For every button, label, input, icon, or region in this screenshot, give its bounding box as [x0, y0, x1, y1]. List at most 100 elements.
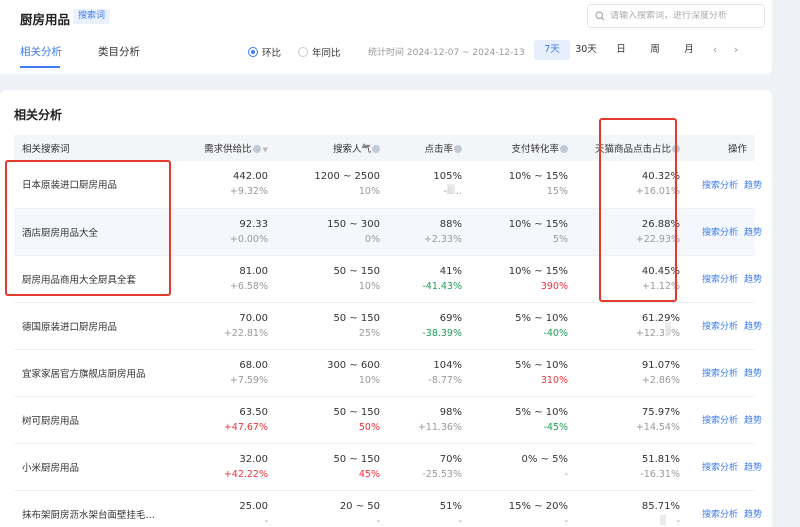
search-icon: [595, 11, 605, 21]
range-day[interactable]: 日: [610, 40, 632, 60]
radio-label: 年同比: [312, 48, 341, 59]
col-header-conversion[interactable]: 支付转化率: [470, 135, 576, 161]
range-7-days[interactable]: 7天: [534, 40, 570, 60]
ctr-cell: 88% +2.33%: [423, 218, 462, 245]
tmall-share-cell: 61.29% +12.37%: [635, 312, 680, 339]
search-analysis-link[interactable]: 搜索分析: [702, 510, 738, 520]
search-analysis-link[interactable]: 搜索分析: [702, 275, 738, 285]
ops-cell: 搜索分析 趋势: [688, 443, 762, 490]
popularity-cell: 50 ~ 150 45%: [333, 453, 380, 480]
radio-year-compare[interactable]: 年同比: [298, 45, 341, 59]
supply-demand-cell: 81.00 +6.58%: [229, 265, 268, 292]
search-analysis-link[interactable]: 搜索分析: [702, 463, 738, 473]
ops-cell: 搜索分析 趋势: [688, 349, 762, 396]
search-box[interactable]: [587, 4, 765, 28]
keyword-cell[interactable]: 德国原装进口厨房用品: [22, 319, 156, 333]
trend-link[interactable]: 趋势: [744, 181, 762, 191]
trend-link[interactable]: 趋势: [744, 275, 762, 285]
supply-demand-cell: 25.00-: [239, 500, 268, 527]
info-icon[interactable]: [372, 144, 380, 153]
range-week[interactable]: 周: [644, 40, 666, 60]
table-row[interactable]: 宜家家居官方旗舰店厨房用品 68.00 +7.59% 300 ~ 600 10% 1…: [14, 349, 762, 396]
search-analysis-link[interactable]: 搜索分析: [702, 181, 738, 191]
table-row[interactable]: 小米厨房用品 32.00 +42.22% 50 ~ 150 45% 70% -25.5…: [14, 443, 762, 490]
radio-unselected-icon: [298, 47, 308, 57]
trend-link[interactable]: 趋势: [744, 322, 762, 332]
related-keywords-table: 相关搜索词 需求供给比 ▼ 搜索人气 点击率 支付转化率 天猫商品点击占比 操作 …: [14, 135, 762, 527]
trend-link[interactable]: 趋势: [744, 228, 762, 238]
search-analysis-link[interactable]: 搜索分析: [702, 416, 738, 426]
supply-demand-cell: 63.50 +47.67%: [223, 406, 268, 433]
stat-time: 统计时间 2024-12-07 ~ 2024-12-13: [368, 48, 525, 58]
ctr-cell: 70% -25.53%: [422, 453, 462, 480]
radio-selected-icon: [248, 47, 258, 57]
keyword-cell[interactable]: 抹布架厨房沥水架台面壁挂毛巾厨...: [22, 507, 156, 521]
keyword-cell[interactable]: 日本原装进口厨房用品: [22, 177, 156, 191]
table-row[interactable]: 酒店厨房用品大全 92.33 +0.00% 150 ~ 300 0% 88% +2.3…: [14, 208, 762, 255]
trend-link[interactable]: 趋势: [744, 463, 762, 473]
tmall-share-cell: 40.45% +1.12%: [641, 265, 680, 292]
ctr-cell: 98% +11.36%: [417, 406, 462, 433]
conversion-cell: 5% ~ 10% -45%: [515, 406, 568, 433]
col-header-ctr[interactable]: 点击率: [388, 135, 470, 161]
radio-chain-compare[interactable]: 环比: [248, 45, 281, 59]
table-row[interactable]: 日本原装进口厨房用品 442.00 +9.32% 1200 ~ 2500 10% 1…: [14, 161, 762, 208]
col-header-ops: 操作: [727, 144, 747, 155]
ctr-cell: 41% -41.43%: [422, 265, 462, 292]
range-month[interactable]: 月: [678, 40, 700, 60]
prev-page-icon[interactable]: ‹: [707, 40, 723, 60]
title-tag: 搜索词: [73, 9, 111, 24]
trend-link[interactable]: 趋势: [744, 416, 762, 426]
trend-link[interactable]: 趋势: [744, 369, 762, 379]
table-row[interactable]: 德国原装进口厨房用品 70.00 +22.81% 50 ~ 150 25% 69% -…: [14, 302, 762, 349]
table-row[interactable]: 树可厨房用品 63.50 +47.67% 50 ~ 150 50% 98% +11.3…: [14, 396, 762, 443]
conversion-cell: 10% ~ 15% 15%: [508, 171, 568, 198]
search-input[interactable]: [610, 11, 760, 21]
search-analysis-link[interactable]: 搜索分析: [702, 369, 738, 379]
keyword-cell[interactable]: 厨房用品商用大全厨具全套: [22, 272, 156, 286]
trend-link[interactable]: 趋势: [744, 510, 762, 520]
info-icon[interactable]: [672, 144, 680, 153]
table-row[interactable]: 抹布架厨房沥水架台面壁挂毛巾厨... 25.00- 20 ~ 50- 51%- …: [14, 490, 762, 527]
keyword-cell[interactable]: 树可厨房用品: [22, 413, 156, 427]
col-header-keyword: 相关搜索词: [22, 144, 70, 155]
tab-related-analysis[interactable]: 相关分析: [20, 44, 62, 59]
section-title: 相关分析: [14, 108, 63, 122]
supply-demand-cell: 70.00 +22.81%: [223, 312, 268, 339]
sort-icon[interactable]: ▼: [263, 146, 268, 154]
supply-demand-cell: 68.00 +7.59%: [229, 359, 268, 386]
conversion-cell: 5% ~ 10% -40%: [515, 312, 568, 339]
next-page-icon[interactable]: ›: [728, 40, 744, 60]
range-30-days[interactable]: 30天: [572, 40, 600, 60]
info-icon[interactable]: [454, 144, 462, 153]
keyword-cell[interactable]: 宜家家居官方旗舰店厨房用品: [22, 366, 156, 380]
ops-cell: 搜索分析 趋势: [688, 255, 762, 302]
col-header-tmall-share[interactable]: 天猫商品点击占比: [576, 135, 688, 161]
search-analysis-link[interactable]: 搜索分析: [702, 322, 738, 332]
ctr-cell: 105% -8...: [433, 171, 462, 198]
ctr-cell: 104% -8.77%: [428, 359, 462, 386]
col-header-popularity[interactable]: 搜索人气: [276, 135, 388, 161]
tmall-share-cell: 75.97% +14.54%: [635, 406, 680, 433]
popularity-cell: 150 ~ 300 0%: [327, 218, 380, 245]
tmall-share-cell: 85.71% -: [641, 500, 680, 527]
conversion-cell: 10% ~ 15% 5%: [508, 218, 568, 245]
table-row[interactable]: 厨房用品商用大全厨具全套 81.00 +6.58% 50 ~ 150 10% 41%…: [14, 255, 762, 302]
supply-demand-cell: 92.33 +0.00%: [229, 218, 268, 245]
info-icon[interactable]: [560, 144, 568, 153]
search-analysis-link[interactable]: 搜索分析: [702, 228, 738, 238]
keyword-cell[interactable]: 酒店厨房用品大全: [22, 225, 156, 239]
tmall-share-cell: 91.07% +2.86%: [641, 359, 680, 386]
tab-category-analysis[interactable]: 类目分析: [98, 44, 140, 59]
conversion-cell: 5% ~ 10% 310%: [515, 359, 568, 386]
tmall-share-cell: 51.81% -16.31%: [640, 453, 680, 480]
supply-demand-cell: 32.00 +42.22%: [223, 453, 268, 480]
ctr-cell: 51% -: [439, 500, 462, 527]
info-icon[interactable]: [252, 144, 261, 153]
col-header-supply-demand[interactable]: 需求供给比 ▼: [164, 135, 276, 161]
keyword-cell[interactable]: 小米厨房用品: [22, 460, 156, 474]
ops-cell: 搜索分析 趋势: [688, 302, 762, 349]
ops-cell: 搜索分析 趋势: [688, 161, 762, 208]
conversion-cell: 10% ~ 15% 390%: [508, 265, 568, 292]
related-analysis-card: 相关分析 相关搜索词 需求供给比 ▼ 搜索人气 点击率 支付转化率 天猫商品点击占…: [0, 90, 772, 527]
